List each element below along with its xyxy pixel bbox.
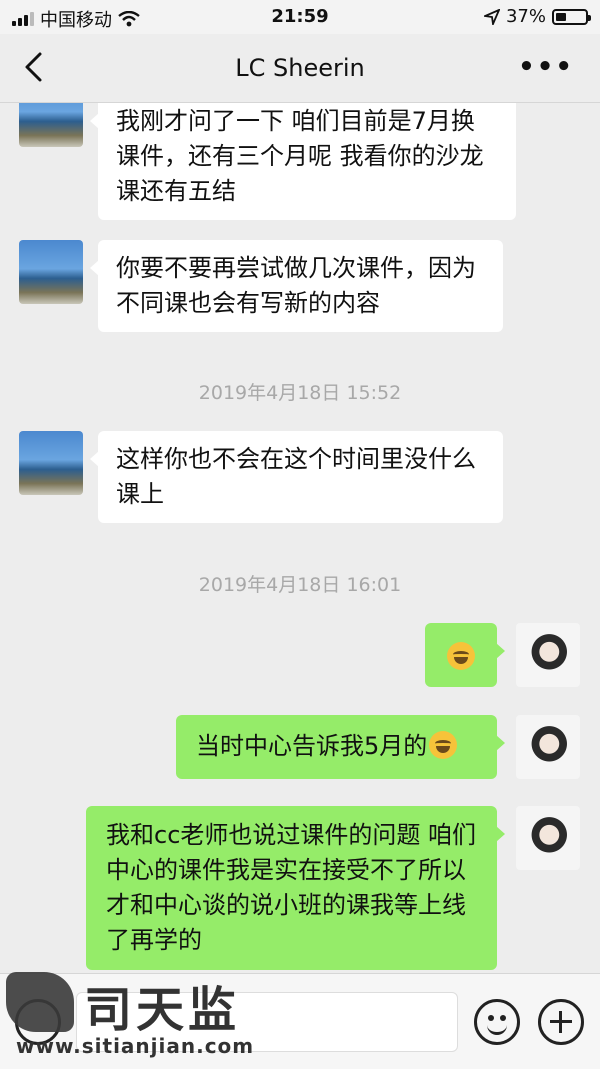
status-right: 37% <box>483 6 591 27</box>
watermark-name: 司天监 <box>84 982 241 1038</box>
message-text: 当时中心告诉我5月的 <box>196 732 428 760</box>
more-functions-button[interactable] <box>538 999 584 1045</box>
user-avatar[interactable] <box>516 623 580 687</box>
emoji-eye <box>500 1015 506 1021</box>
laugh-cry-emoji-icon <box>447 642 475 670</box>
contact-avatar[interactable] <box>19 240 83 304</box>
emoji-button[interactable] <box>474 999 520 1045</box>
user-avatar[interactable] <box>516 715 580 779</box>
emoji-eye <box>488 1015 494 1021</box>
emoji-mouth <box>487 1022 507 1035</box>
watermark-url: www.sitianjian.com <box>16 1034 255 1058</box>
timestamp: 2019年4月18日 15:52 <box>198 382 402 404</box>
timestamp: 2019年4月18日 16:01 <box>198 574 402 596</box>
laugh-cry-emoji-icon <box>429 731 458 759</box>
nav-bar: LC Sheerin ••• <box>0 34 600 103</box>
watermark: 司天监 www.sitianjian.com <box>6 970 256 1062</box>
message-bubble-outgoing[interactable]: 当时中心告诉我5月的 <box>176 715 505 779</box>
contact-avatar[interactable] <box>19 431 83 495</box>
message-bubble-incoming[interactable]: 我刚才问了一下 咱们目前是7月换课件，还有三个月呢 我看你的沙龙课还有五结 <box>90 103 516 220</box>
message-bubble-outgoing[interactable] <box>425 623 505 687</box>
status-bar: 中国移动 21:59 37% <box>0 0 600 34</box>
message-bubble-incoming[interactable]: 你要不要再尝试做几次课件，因为不同课也会有写新的内容 <box>90 240 503 332</box>
chat-area[interactable]: 我刚才问了一下 咱们目前是7月换课件，还有三个月呢 我看你的沙龙课还有五结 你要… <box>0 103 600 973</box>
location-arrow-icon <box>483 8 500 25</box>
user-avatar[interactable] <box>516 806 580 870</box>
battery-percent: 37% <box>505 6 546 27</box>
watermark-logo-icon <box>6 972 74 1032</box>
more-options-icon[interactable]: ••• <box>518 52 574 82</box>
message-bubble-incoming[interactable]: 这样你也不会在这个时间里没什么课上 <box>90 431 503 523</box>
chat-title: LC Sheerin <box>235 54 365 82</box>
message-bubble-outgoing[interactable]: 我和cc老师也说过课件的问题 咱们中心的课件我是实在接受不了所以才和中心谈的说小… <box>86 806 505 970</box>
battery-icon <box>552 8 591 25</box>
contact-avatar[interactable] <box>19 103 83 147</box>
